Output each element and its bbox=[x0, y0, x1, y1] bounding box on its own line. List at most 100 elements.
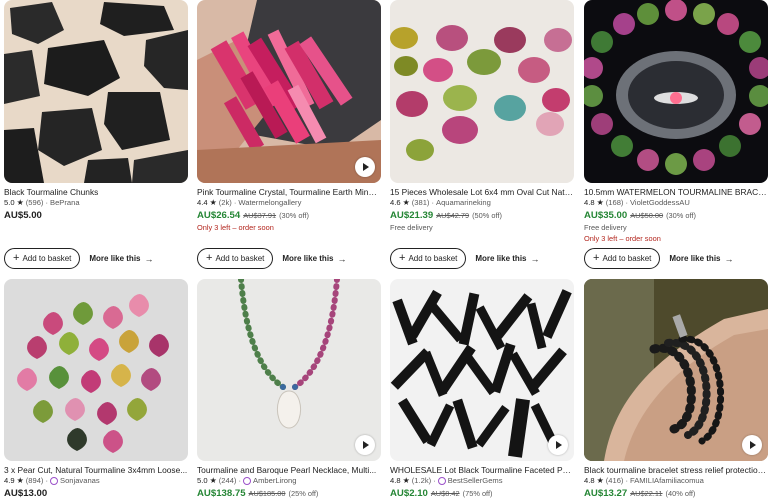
shop-name[interactable]: BestSellerGems bbox=[448, 476, 503, 486]
listing-image-pear-cut-tourmaline[interactable] bbox=[4, 279, 188, 461]
listing-title[interactable]: Black Tourmaline Chunks bbox=[4, 187, 188, 197]
star-seller-badge-icon bbox=[243, 477, 251, 485]
listing-image-baroque-pearl-necklace[interactable] bbox=[197, 279, 381, 461]
sale-price: AU$138.75 bbox=[197, 488, 246, 499]
free-delivery-label: Free delivery bbox=[390, 223, 433, 232]
review-count: (244) bbox=[218, 476, 237, 485]
plus-icon: + bbox=[399, 252, 406, 264]
separator: · bbox=[625, 198, 628, 207]
shop-name[interactable]: VioletGoddessAU bbox=[630, 198, 690, 208]
original-price: AU$185.00 bbox=[248, 489, 286, 498]
original-price: AU$22.11 bbox=[630, 489, 663, 498]
listing-title[interactable]: Tourmaline and Baroque Pearl Necklace, M… bbox=[197, 465, 381, 475]
listing-title[interactable]: Black tourmaline bracelet stress relief … bbox=[584, 465, 768, 475]
review-count: (894) bbox=[25, 476, 44, 485]
play-icon[interactable] bbox=[742, 435, 762, 455]
listing-title[interactable]: 3 x Pear Cut, Natural Tourmaline 3x4mm L… bbox=[4, 465, 188, 475]
price-row: AU$138.75 AU$185.00 (25% off) bbox=[197, 488, 381, 499]
add-to-basket-label: Add to basket bbox=[215, 254, 265, 263]
more-like-this-link[interactable]: More like this → bbox=[89, 254, 153, 264]
plus-icon: + bbox=[13, 252, 20, 264]
star-icon: ★ bbox=[402, 198, 410, 207]
more-like-this-link[interactable]: More like this → bbox=[669, 254, 733, 264]
listing-image-watermelon-bracelet[interactable] bbox=[584, 0, 768, 183]
listing-card[interactable]: Black tourmaline bracelet stress relief … bbox=[584, 279, 768, 499]
arrow-right-icon: → bbox=[337, 253, 347, 264]
star-icon: ★ bbox=[209, 198, 217, 207]
review-count: (381) bbox=[411, 198, 430, 207]
listing-card[interactable]: 15 Pieces Wholesale Lot 6x4 mm Oval Cut … bbox=[390, 0, 574, 269]
sale-price: AU$26.54 bbox=[197, 210, 241, 221]
rating-row: 5.0 ★ (244) · AmberLirong bbox=[197, 476, 381, 486]
original-price: AU$50.00 bbox=[630, 211, 664, 220]
shop-name[interactable]: FAMILIAfamiliacomua bbox=[630, 476, 704, 486]
sale-price: AU$2.10 bbox=[390, 488, 428, 499]
listing-image-black-tourmaline-pencils[interactable] bbox=[390, 279, 574, 461]
rating-row: 4.8 ★ (1.2k) · BestSellerGems bbox=[390, 476, 574, 486]
rating-row: 4.4 ★ (2k) · Watermelongallery bbox=[197, 198, 381, 208]
rating-value: 4.9 bbox=[4, 476, 15, 485]
play-icon[interactable] bbox=[548, 435, 568, 455]
separator: · bbox=[45, 198, 48, 207]
card-actions: + Add to basket More like this → bbox=[4, 248, 153, 269]
original-price: AU$8.42 bbox=[430, 489, 460, 498]
add-to-basket-button[interactable]: + Add to basket bbox=[584, 248, 661, 269]
discount-percent: (25% off) bbox=[288, 489, 319, 498]
shop-name[interactable]: Sonjavanas bbox=[60, 476, 100, 486]
rating-value: 5.0 bbox=[197, 476, 208, 485]
listing-image-black-tourmaline-bracelet[interactable] bbox=[584, 279, 768, 461]
listing-card[interactable]: WHOLESALE Lot Black Tourmaline Faceted P… bbox=[390, 279, 574, 499]
listing-card[interactable]: 3 x Pear Cut, Natural Tourmaline 3x4mm L… bbox=[4, 279, 188, 499]
more-like-this-link[interactable]: More like this → bbox=[282, 254, 346, 264]
card-actions: + Add to basket More like this → bbox=[584, 248, 733, 269]
price-row: AU$2.10 AU$8.42 (75% off) bbox=[390, 488, 574, 499]
play-icon[interactable] bbox=[355, 435, 375, 455]
more-like-this-link[interactable]: More like this → bbox=[475, 254, 539, 264]
price-row: AU$26.54 AU$37.91 (30% off) bbox=[197, 210, 381, 221]
card-actions: + Add to basket More like this → bbox=[390, 248, 539, 269]
rating-row: 4.8 ★ (168) · VioletGoddessAU bbox=[584, 198, 768, 208]
shop-name[interactable]: Watermelongallery bbox=[238, 198, 301, 208]
shop-name[interactable]: BePrana bbox=[50, 198, 80, 208]
listing-card[interactable]: Black Tourmaline Chunks 5.0 ★ (596) · Be… bbox=[4, 0, 188, 269]
plus-icon: + bbox=[593, 252, 600, 264]
separator: · bbox=[625, 476, 628, 485]
listing-card[interactable]: Pink Tourmaline Crystal, Tourmaline Eart… bbox=[197, 0, 381, 269]
listing-title[interactable]: Pink Tourmaline Crystal, Tourmaline Eart… bbox=[197, 187, 381, 197]
low-stock-notice: Only 3 left – order soon bbox=[584, 234, 661, 243]
separator: · bbox=[45, 476, 48, 485]
discount-percent: (30% off) bbox=[279, 211, 309, 220]
listing-title[interactable]: 15 Pieces Wholesale Lot 6x4 mm Oval Cut … bbox=[390, 187, 574, 197]
add-to-basket-button[interactable]: + Add to basket bbox=[390, 248, 467, 269]
add-to-basket-button[interactable]: + Add to basket bbox=[197, 248, 274, 269]
listing-title[interactable]: 10.5mm WATERMELON TOURMALINE BRACELET... bbox=[584, 187, 768, 197]
separator: · bbox=[431, 198, 434, 207]
more-like-this-label: More like this bbox=[475, 254, 527, 263]
more-like-this-label: More like this bbox=[669, 254, 721, 263]
price-row: AU$21.39 AU$42.79 (50% off) bbox=[390, 210, 574, 221]
star-icon: ★ bbox=[209, 476, 217, 485]
star-icon: ★ bbox=[16, 476, 24, 485]
more-like-this-label: More like this bbox=[89, 254, 141, 263]
star-icon: ★ bbox=[402, 476, 410, 485]
listing-image-pink-tourmaline-crystal[interactable] bbox=[197, 0, 381, 183]
low-stock-notice: Only 3 left – order soon bbox=[197, 223, 274, 232]
listing-image-oval-cut-tourmaline[interactable] bbox=[390, 0, 574, 183]
listing-card[interactable]: 10.5mm WATERMELON TOURMALINE BRACELET...… bbox=[584, 0, 768, 269]
listing-card[interactable]: Tourmaline and Baroque Pearl Necklace, M… bbox=[197, 279, 381, 499]
rating-value: 4.4 bbox=[197, 198, 208, 207]
listing-title[interactable]: WHOLESALE Lot Black Tourmaline Faceted P… bbox=[390, 465, 574, 475]
listing-image-black-tourmaline-chunks[interactable] bbox=[4, 0, 188, 183]
original-price: AU$37.91 bbox=[243, 211, 277, 220]
shop-name[interactable]: AmberLirong bbox=[253, 476, 296, 486]
play-icon[interactable] bbox=[355, 157, 375, 177]
separator: · bbox=[233, 198, 237, 207]
star-seller-badge-icon bbox=[50, 477, 58, 485]
listing-grid: Black Tourmaline Chunks 5.0 ★ (596) · Be… bbox=[0, 0, 768, 500]
star-seller-badge-icon bbox=[437, 477, 446, 485]
price: AU$5.00 bbox=[4, 210, 42, 221]
shop-name[interactable]: Aquamarineking bbox=[436, 198, 491, 208]
more-like-this-label: More like this bbox=[282, 254, 334, 263]
add-to-basket-button[interactable]: + Add to basket bbox=[4, 248, 81, 269]
price: AU$13.00 bbox=[4, 488, 48, 499]
